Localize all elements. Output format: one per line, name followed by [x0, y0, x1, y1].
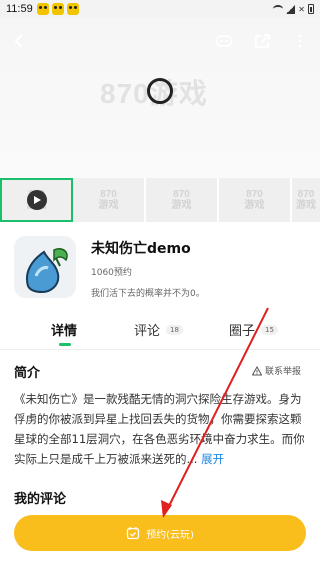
- tab-label: 评论: [134, 324, 161, 339]
- expand-link[interactable]: 展开: [201, 452, 224, 466]
- notification-app-icon: [66, 3, 79, 15]
- thumbnail-watermark: 870游戏: [296, 189, 316, 211]
- signal-icon: [286, 4, 296, 14]
- intro-body: 《未知伤亡》是一款残酷无情的洞穴探险生存游戏。身为俘虏的你被派到异星上找回丢失的…: [14, 392, 305, 466]
- screenshot-thumbnail[interactable]: 870 游戏: [219, 178, 292, 222]
- no-sim-icon: ✕: [298, 4, 305, 14]
- intro-title: 简介: [14, 366, 41, 381]
- video-thumbnail[interactable]: 870游戏: [0, 178, 73, 222]
- game-title: 未知伤亡demo: [91, 241, 191, 257]
- tab-circle[interactable]: 圈子 15: [229, 320, 278, 339]
- tab-indicator: [59, 343, 71, 346]
- notification-app-icon: [51, 3, 64, 15]
- thumbnail-watermark: 870游戏: [244, 189, 265, 211]
- share-button[interactable]: [252, 31, 272, 51]
- more-button[interactable]: [290, 31, 310, 51]
- play-icon[interactable]: [26, 190, 47, 210]
- reserve-label: 预约(云玩): [146, 529, 194, 541]
- game-slogan: 我们活下去的概率并不为0。: [91, 289, 205, 299]
- toolbar-actions: [214, 31, 310, 51]
- tab-label: 圈子: [229, 324, 256, 339]
- intro-text: 《未知伤亡》是一款残酷无情的洞穴探险生存游戏。身为俘虏的你被派到异星上找回丢失的…: [14, 389, 306, 469]
- screenshot-thumbnail[interactable]: 870 游戏: [146, 178, 219, 222]
- my-review-title: 我的评论: [14, 492, 67, 507]
- warning-icon: [252, 365, 262, 375]
- screenshot-thumbnail[interactable]: 870 游戏: [73, 178, 146, 222]
- share-icon: [255, 34, 270, 48]
- screenshot-strip[interactable]: 870游戏 870游戏 870游戏 870游戏 870游戏: [0, 178, 320, 222]
- thumbnail-watermark: 870游戏: [98, 189, 119, 211]
- thumbnail-watermark: 870游戏: [171, 189, 192, 211]
- top-toolbar: [0, 18, 320, 64]
- tab-details[interactable]: 详情: [51, 320, 77, 339]
- notification-app-icon: [36, 3, 49, 15]
- report-label: 联系举报: [265, 367, 302, 377]
- wifi-icon: [273, 5, 284, 13]
- back-arrow-icon: [14, 34, 23, 48]
- status-time: 11:59: [6, 3, 33, 15]
- tab-comments[interactable]: 评论 18: [134, 320, 183, 339]
- screenshot-thumbnail[interactable]: 870 游戏: [292, 178, 320, 222]
- tab-label: 详情: [51, 324, 78, 339]
- reservation-count: 1060预约: [91, 268, 132, 278]
- comment-count-badge: 18: [166, 324, 183, 335]
- circle-count-badge: 15: [261, 324, 278, 335]
- calendar-check-icon: [126, 527, 140, 540]
- tab-bar: 详情 评论 18 圈子 15: [0, 318, 320, 348]
- reserve-button[interactable]: 预约(云玩): [14, 515, 306, 551]
- loading-spinner-icon: [147, 78, 173, 104]
- game-icon-art: [14, 236, 76, 298]
- divider: [0, 349, 320, 350]
- game-icon: [14, 236, 76, 298]
- status-bar: 11:59 ✕: [0, 0, 320, 18]
- status-icons: ✕: [273, 4, 314, 14]
- gamepad-button[interactable]: [214, 31, 234, 51]
- back-button[interactable]: [10, 31, 30, 51]
- report-link[interactable]: 联系举报: [252, 364, 301, 377]
- gamepad-icon: [216, 35, 232, 47]
- more-vertical-icon: [298, 34, 302, 48]
- battery-icon: [308, 4, 314, 14]
